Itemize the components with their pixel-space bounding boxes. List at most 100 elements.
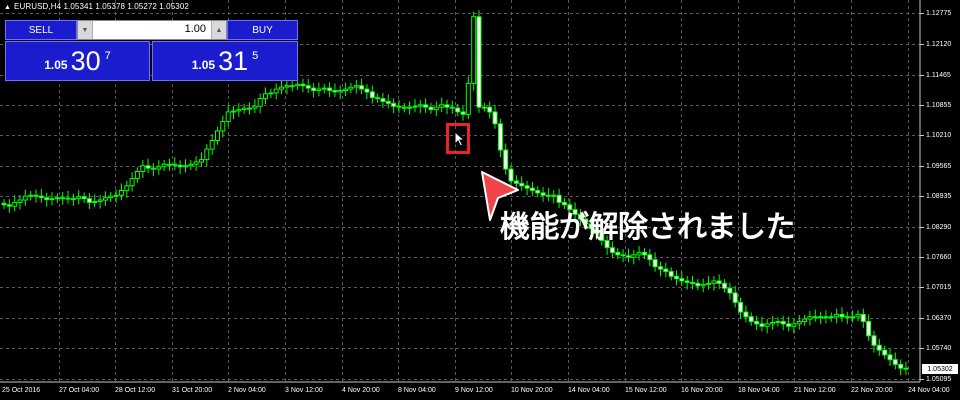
mouse-cursor-icon <box>454 131 465 147</box>
candle <box>860 308 866 328</box>
price-axis-label: 1.06370 <box>926 314 952 322</box>
candle <box>70 193 76 206</box>
time-axis-label: 2 Nov 04:00 <box>228 387 266 394</box>
candle <box>364 84 370 100</box>
time-axis-label: 9 Nov 12:00 <box>455 387 493 394</box>
candle <box>118 183 124 201</box>
candle <box>316 82 322 97</box>
candle <box>407 101 413 115</box>
candle <box>279 80 284 95</box>
candle <box>231 106 236 120</box>
candle <box>167 158 172 171</box>
buy-price-fraction: 5 <box>252 50 259 62</box>
candle <box>215 126 220 145</box>
candle <box>177 160 183 174</box>
chart-title-text: EURUSD,H4 1.05341 1.05378 1.05272 1.0530… <box>14 2 189 11</box>
lot-increase-icon[interactable]: ▲ <box>211 21 226 39</box>
candle <box>268 88 274 99</box>
candle <box>903 361 909 375</box>
candle <box>102 191 108 206</box>
candle <box>433 101 439 116</box>
candle <box>465 76 471 120</box>
price-axis-label: 1.10210 <box>926 131 952 139</box>
candle <box>791 318 797 334</box>
price-axis-label: 1.07015 <box>926 283 952 291</box>
candle <box>145 158 151 174</box>
candle <box>540 187 546 202</box>
candle <box>423 98 429 113</box>
candle <box>535 186 541 198</box>
candle <box>225 104 231 127</box>
time-axis-label: 22 Nov 20:00 <box>851 387 893 394</box>
candle <box>257 93 263 114</box>
candle <box>332 83 338 97</box>
candle <box>444 99 450 115</box>
candle <box>711 276 717 291</box>
time-axis-label: 18 Nov 04:00 <box>738 387 780 394</box>
candle <box>108 192 114 202</box>
candle <box>150 163 156 177</box>
candle <box>252 99 258 114</box>
price-axis-label: 1.07660 <box>926 253 952 261</box>
candle <box>812 309 818 322</box>
candle <box>65 191 71 204</box>
candle <box>327 82 333 97</box>
candle <box>658 261 663 277</box>
candle <box>193 156 199 171</box>
candle <box>86 192 92 209</box>
candle <box>22 189 28 206</box>
time-axis-label: 8 Nov 04:00 <box>398 387 436 394</box>
candle <box>695 279 701 291</box>
current-price-tag: 1.05302 <box>922 364 958 374</box>
price-axis-label: 1.12775 <box>926 9 952 17</box>
candle <box>652 252 658 272</box>
candle <box>156 160 162 175</box>
candle <box>668 267 674 281</box>
time-axis-label: 25 Oct 2016 <box>2 387 41 394</box>
candle <box>834 308 840 324</box>
collapse-triangle-icon[interactable]: ▲ <box>4 4 11 11</box>
candle <box>524 180 530 196</box>
lot-size-field[interactable]: ▼ 1.00 ▲ <box>77 20 227 40</box>
candle <box>305 78 311 94</box>
candle <box>844 311 850 324</box>
candle <box>529 181 535 197</box>
candle <box>295 80 301 90</box>
price-axis-label: 1.10855 <box>926 101 952 109</box>
candle <box>300 78 306 93</box>
price-axis-label: 1.08290 <box>926 223 952 231</box>
candle <box>289 79 295 92</box>
candle <box>839 307 845 322</box>
candle <box>140 160 146 178</box>
lot-decrease-icon[interactable]: ▼ <box>78 21 93 39</box>
sell-price-big: 30 <box>70 45 101 76</box>
candle <box>679 271 685 286</box>
time-axis-label: 14 Nov 04:00 <box>568 387 610 394</box>
candle <box>807 311 813 326</box>
candle <box>113 189 119 203</box>
candle <box>700 278 706 293</box>
sell-price[interactable]: 1.05 30 7 <box>5 41 150 81</box>
time-axis-label: 10 Nov 20:00 <box>511 387 553 394</box>
candle <box>732 285 738 308</box>
candle <box>273 83 279 100</box>
time-axis-label: 15 Nov 12:00 <box>625 387 667 394</box>
candle <box>401 102 407 113</box>
time-axis-label: 16 Nov 20:00 <box>681 387 723 394</box>
lot-size-value[interactable]: 1.00 <box>185 23 206 35</box>
candle <box>129 172 135 192</box>
candle <box>636 246 642 261</box>
one-click-trading-panel: SELL ▼ 1.00 ▲ BUY 1.05 30 7 1.05 31 5 <box>5 20 298 81</box>
candle <box>802 314 808 326</box>
candle <box>818 311 824 324</box>
callout-text: 機能が解除されました <box>500 211 796 244</box>
price-axis-label: 1.05740 <box>926 344 952 352</box>
buy-price[interactable]: 1.05 31 5 <box>152 41 298 81</box>
time-axis-label: 31 Oct 20:00 <box>172 387 213 394</box>
sell-button[interactable]: SELL <box>5 20 77 40</box>
time-axis-label: 28 Oct 12:00 <box>115 387 156 394</box>
candle <box>722 279 727 293</box>
candle <box>727 282 733 300</box>
candle <box>134 167 140 183</box>
buy-button[interactable]: BUY <box>227 20 298 40</box>
